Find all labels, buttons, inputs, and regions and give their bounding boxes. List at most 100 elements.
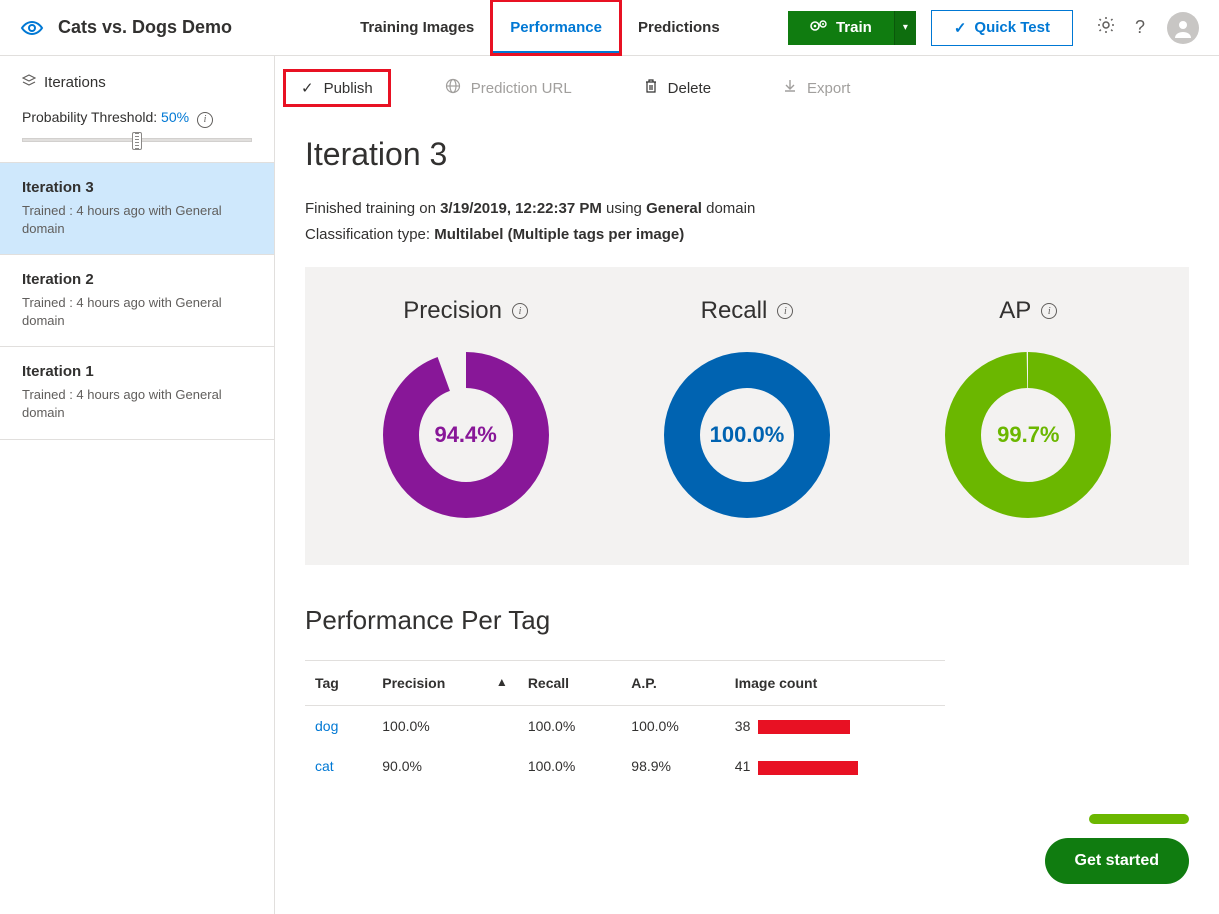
info-icon[interactable]: i — [777, 303, 793, 319]
caret-down-icon: ▾ — [903, 22, 908, 33]
finished-date: 3/19/2019, 12:22:37 PM — [440, 200, 602, 217]
info-icon[interactable]: i — [1041, 303, 1057, 319]
project-title: Cats vs. Dogs Demo — [58, 17, 232, 38]
delete-button[interactable]: Delete — [628, 70, 727, 106]
tab-predictions[interactable]: Predictions — [620, 1, 738, 54]
ap-label: AP — [999, 297, 1031, 325]
custom-vision-logo-icon — [20, 16, 44, 40]
help-icon[interactable]: ? — [1123, 17, 1157, 38]
precision-value: 94.4% — [376, 345, 556, 525]
finished-prefix: Finished training on — [305, 200, 440, 217]
check-icon: ✓ — [301, 79, 314, 97]
tag-link[interactable]: dog — [315, 718, 338, 734]
export-label: Export — [807, 80, 850, 97]
iteration-item[interactable]: Iteration 2Trained : 4 hours ago with Ge… — [0, 254, 274, 347]
finished-domain: General — [646, 200, 702, 217]
precision-donut: 94.4% — [376, 345, 556, 525]
publish-button[interactable]: ✓ Publish — [285, 71, 389, 105]
iteration-subtitle: Trained : 4 hours ago with General domai… — [22, 202, 252, 238]
globe-icon — [445, 78, 461, 98]
quick-test-label: Quick Test — [974, 19, 1050, 36]
col-image-count[interactable]: Image count — [725, 661, 945, 706]
metrics-panel: Precisioni 94.4% Recalli 100.0% APi — [305, 267, 1189, 565]
get-started-widget: Get started — [1045, 814, 1189, 884]
training-finished-line: Finished training on 3/19/2019, 12:22:37… — [305, 197, 1189, 221]
table-row: dog100.0%100.0%100.0%38 — [305, 706, 945, 747]
recall-value: 100.0% — [657, 345, 837, 525]
cell-recall: 100.0% — [518, 706, 621, 747]
train-button[interactable]: Train — [788, 11, 894, 45]
precision-label: Precision — [403, 297, 502, 325]
slider-thumb[interactable] — [132, 132, 142, 150]
cell-ap: 100.0% — [621, 706, 724, 747]
publish-label: Publish — [324, 80, 373, 97]
threshold-value: 50% — [161, 109, 189, 125]
col-ap[interactable]: A.P. — [621, 661, 724, 706]
tab-training-images[interactable]: Training Images — [342, 1, 492, 54]
iteration-toolbar: ✓ Publish Prediction URL Delete Export — [275, 56, 1219, 116]
cell-image-count: 41 — [725, 746, 945, 786]
cell-precision: 90.0% — [372, 746, 518, 786]
info-icon[interactable]: i — [512, 303, 528, 319]
sort-asc-icon: ▲ — [496, 675, 508, 689]
per-tag-title: Performance Per Tag — [305, 605, 1189, 636]
count-bar — [758, 720, 850, 734]
iteration-item[interactable]: Iteration 1Trained : 4 hours ago with Ge… — [0, 346, 274, 439]
download-icon — [783, 79, 797, 97]
train-dropdown-button[interactable]: ▾ — [894, 11, 916, 45]
train-button-label: Train — [836, 19, 872, 36]
iterations-sidebar: Iterations Probability Threshold: 50% i … — [0, 56, 275, 914]
settings-gear-icon[interactable] — [1089, 15, 1123, 40]
performance-per-tag-table: Tag Precision▲ Recall A.P. Image count d… — [305, 660, 945, 787]
check-icon: ✓ — [954, 19, 967, 37]
recall-donut: 100.0% — [657, 345, 837, 525]
delete-label: Delete — [668, 80, 711, 97]
class-type-label: Classification type: — [305, 226, 434, 243]
nav-tabs: Training Images Performance Predictions — [342, 1, 738, 54]
ap-value: 99.7% — [938, 345, 1118, 525]
trash-icon — [644, 78, 658, 98]
cell-image-count: 38 — [725, 706, 945, 747]
threshold-label: Probability Threshold: — [22, 109, 157, 125]
col-recall[interactable]: Recall — [518, 661, 621, 706]
train-button-group: Train ▾ — [788, 11, 916, 45]
iteration-subtitle: Trained : 4 hours ago with General domai… — [22, 386, 252, 422]
metric-recall: Recalli 100.0% — [657, 297, 837, 525]
iteration-name: Iteration 3 — [22, 179, 252, 196]
quick-test-button[interactable]: ✓ Quick Test — [931, 10, 1073, 46]
sidebar-header: Iterations — [0, 56, 274, 101]
app-header: Cats vs. Dogs Demo Training Images Perfo… — [0, 0, 1219, 56]
probability-threshold: Probability Threshold: 50% i — [0, 101, 274, 128]
iteration-name: Iteration 2 — [22, 271, 252, 288]
iteration-item[interactable]: Iteration 3 Trained : 4 hours ago with Ge… — [0, 162, 274, 255]
page-title: Iteration 3 — [305, 136, 1189, 173]
threshold-slider[interactable] — [22, 138, 252, 142]
finished-mid: using — [602, 200, 646, 217]
sidebar-title: Iterations — [44, 74, 106, 91]
table-row: cat 90.0%100.0%98.9%41 — [305, 746, 945, 786]
finished-suffix: domain — [702, 200, 755, 217]
class-type-value: Multilabel (Multiple tags per image) — [434, 226, 684, 243]
info-icon[interactable]: i — [197, 112, 213, 128]
tag-link[interactable]: cat — [315, 758, 334, 774]
col-precision[interactable]: Precision▲ — [372, 661, 518, 706]
col-tag[interactable]: Tag — [305, 661, 372, 706]
classification-type-line: Classification type: Multilabel (Multipl… — [305, 223, 1189, 247]
metric-ap: AP i 99.7% — [938, 297, 1118, 525]
recall-label: Recall — [701, 297, 768, 325]
export-button: Export — [767, 71, 866, 105]
tab-performance[interactable]: Performance — [492, 1, 620, 54]
cell-precision: 100.0% — [372, 706, 518, 747]
count-bar — [758, 761, 858, 775]
metric-precision: Precision i 94.4% — [376, 297, 556, 525]
gears-icon — [810, 19, 828, 37]
prediction-url-label: Prediction URL — [471, 80, 572, 97]
get-started-button[interactable]: Get started — [1045, 838, 1189, 884]
user-avatar[interactable] — [1167, 12, 1199, 44]
layers-icon — [22, 74, 36, 91]
ap-donut: 99.7% — [938, 345, 1118, 525]
cell-ap: 98.9% — [621, 746, 724, 786]
progress-pill — [1089, 814, 1189, 824]
main-content: ✓ Publish Prediction URL Delete Export — [275, 56, 1219, 914]
cell-recall: 100.0% — [518, 746, 621, 786]
